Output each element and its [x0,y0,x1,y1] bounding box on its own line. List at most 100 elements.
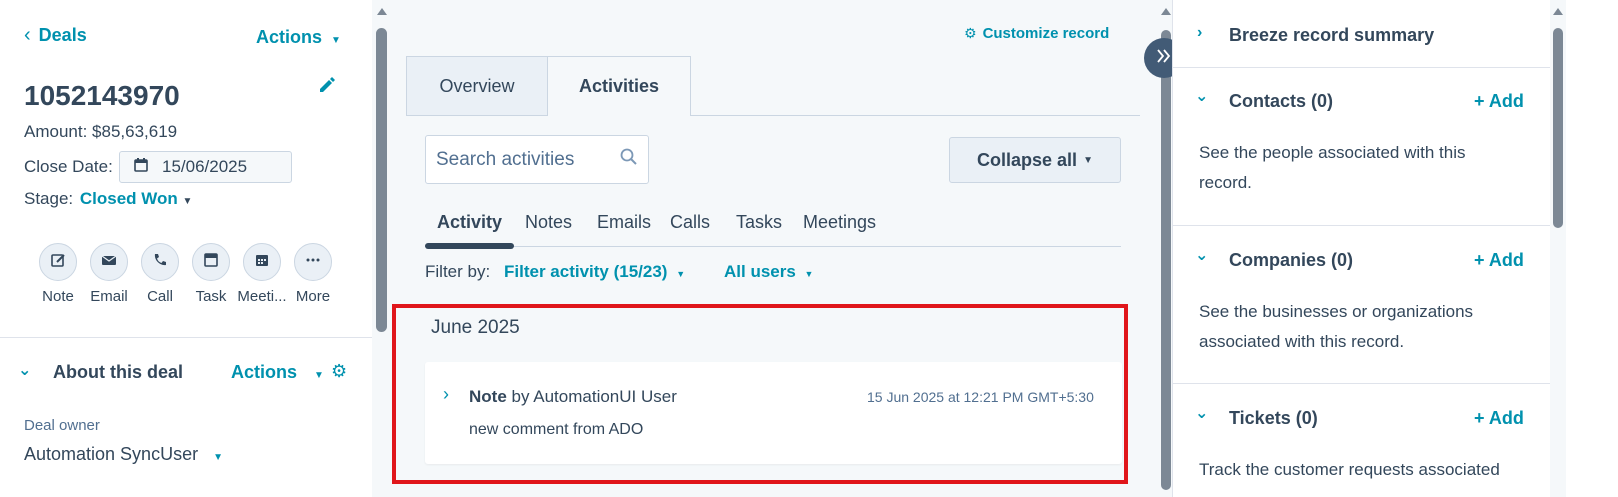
note-type: Note [469,387,507,406]
note-title: Note by AutomationUI User [469,387,677,407]
divider [1173,67,1550,68]
close-date-label: Close Date: [24,157,113,176]
left-scrollbar[interactable] [372,0,392,497]
caret-down-icon: ▼ [213,452,223,463]
customize-record-label: Customize record [982,25,1110,42]
email-icon [101,252,117,273]
collapse-all-button[interactable]: Collapse all ▼ [949,137,1121,183]
active-subtab-indicator [425,243,514,249]
scroll-up-arrow-icon[interactable] [1161,8,1171,15]
subtab-activity[interactable]: Activity [437,212,502,233]
scroll-up-arrow-icon[interactable] [377,8,387,15]
tab-activities[interactable]: Activities [547,56,691,116]
divider [1173,225,1550,226]
back-label: Deals [38,25,87,45]
right-scrollbar[interactable] [1550,0,1566,497]
add-contact-button[interactable]: + Add [1474,91,1524,112]
calendar-icon [254,252,270,273]
customize-record-button[interactable]: ⚙ Customize record [964,25,1109,42]
search-icon [620,148,638,171]
task-button[interactable] [192,243,230,281]
left-sidebar: ‹ Deals Actions ▼ 1052143970 Amount: $85… [0,0,372,497]
more-button[interactable] [294,243,332,281]
chevron-right-icon[interactable]: › [1197,24,1202,42]
tickets-description: Track the customer requests associated [1199,460,1500,479]
tab-overview[interactable]: Overview [406,56,548,116]
companies-description: See the businesses or organizations asso… [1199,302,1474,351]
scroll-up-arrow-icon[interactable] [1553,8,1563,15]
back-to-deals-link[interactable]: ‹ Deals [24,24,87,47]
edit-pencil-icon[interactable] [318,76,336,99]
caret-down-icon: ▼ [676,269,686,279]
divider [1173,383,1550,384]
subtab-meetings[interactable]: Meetings [803,212,876,233]
filter-activity-dropdown[interactable]: Filter activity (15/23) ▼ [504,262,685,282]
meeting-button[interactable] [243,243,281,281]
chevron-down-icon[interactable]: ⌄ [1195,403,1208,423]
deal-owner-dropdown[interactable]: Automation SyncUser ▼ [24,444,223,465]
about-actions-button[interactable]: Actions ▼ [231,362,324,383]
note-icon [50,252,66,273]
subtab-notes[interactable]: Notes [525,212,572,233]
filter-activity-label: Filter activity (15/23) [504,262,668,281]
stage-row: Stage: Closed Won ▼ [24,189,192,209]
more-button-label: More [295,288,331,305]
stage-dropdown[interactable]: Closed Won [80,189,178,208]
middle-scrollbar-thumb[interactable] [1161,30,1171,490]
subtab-calls[interactable]: Calls [670,212,710,233]
email-button[interactable] [90,243,128,281]
deal-owner-value: Automation SyncUser [24,444,199,464]
about-deal-title: About this deal [53,362,183,382]
breeze-summary-title[interactable]: Breeze record summary [1229,25,1434,46]
search-placeholder: Search activities [436,148,575,170]
amount-text: Amount: $85,63,619 [24,122,178,141]
chevron-left-icon: ‹ [24,24,31,46]
left-scrollbar-thumb[interactable] [376,28,387,332]
record-actions-button[interactable]: Actions ▼ [256,27,341,48]
stage-label: Stage: [24,189,74,208]
caret-down-icon: ▼ [804,269,814,279]
call-button[interactable] [141,243,179,281]
record-name: 1052143970 [24,80,180,111]
gear-icon: ⚙ [964,25,977,41]
task-icon [203,252,219,273]
tab-divider [690,115,1140,116]
all-users-label: All users [724,262,796,281]
add-ticket-button[interactable]: + Add [1474,408,1524,429]
subtab-tasks[interactable]: Tasks [736,212,782,233]
subtab-emails[interactable]: Emails [597,212,651,233]
note-body: new comment from ADO [469,421,644,438]
caret-down-icon: ▼ [331,35,341,46]
add-company-button[interactable]: + Add [1474,250,1524,271]
calendar-icon [134,157,148,177]
close-date-input[interactable]: 15/06/2025 [119,151,292,183]
tab-overview-label: Overview [439,75,515,96]
chevron-right-icon[interactable]: › [443,384,449,405]
chevron-down-icon[interactable]: ⌄ [1195,86,1208,106]
tickets-section-title[interactable]: Tickets (0) [1229,408,1318,429]
caret-down-icon: ▼ [182,196,193,207]
close-date-value: 15/06/2025 [162,157,248,176]
tab-divider [406,115,541,116]
companies-section-title[interactable]: Companies (0) [1229,250,1353,271]
collapse-all-label: Collapse all [977,149,1078,170]
deal-owner-label: Deal owner [24,417,100,434]
note-button[interactable] [39,243,77,281]
all-users-dropdown[interactable]: All users ▼ [724,262,813,282]
double-chevron-right-icon [1155,47,1173,70]
more-icon [305,252,321,273]
gear-icon[interactable]: ⚙ [331,361,347,382]
note-card[interactable]: › Note by AutomationUI User 15 Jun 2025 … [425,362,1122,464]
phone-icon [152,252,168,273]
search-activities-input[interactable]: Search activities [425,135,649,184]
chevron-down-icon[interactable]: ⌄ [1195,245,1208,265]
about-actions-label: Actions [231,362,298,382]
main-content: ⚙ Customize record Overview Activities S… [392,0,1160,497]
divider [0,337,372,338]
month-header: June 2025 [431,317,520,338]
filter-by-label: Filter by: [425,262,491,281]
tab-activities-label: Activities [578,76,660,96]
actions-label: Actions [256,27,323,47]
right-scrollbar-thumb[interactable] [1553,28,1563,228]
contacts-section-title[interactable]: Contacts (0) [1229,91,1333,112]
